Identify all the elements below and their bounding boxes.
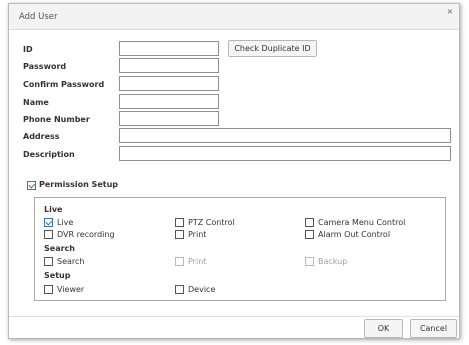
check-duplicate-id-button[interactable]: Check Duplicate ID [228,40,317,57]
dvr-recording-checkbox[interactable] [44,230,53,239]
viewer-label: Viewer [57,285,85,294]
name-label: Name [23,98,49,107]
live-label: Live [57,218,74,227]
id-label: ID [23,45,33,54]
password-label: Password [23,62,67,71]
confirm-password-input[interactable] [119,76,219,91]
section-search-title: Search [44,244,75,253]
device-checkbox[interactable] [175,285,184,294]
live-checkbox[interactable] [44,218,53,227]
password-input[interactable] [119,58,219,73]
permission-panel: Live Live PTZ Control Camera Menu Contro… [34,197,446,301]
section-live-title: Live [44,205,63,214]
dialog-titlebar: Add User × [9,4,459,30]
live-print-label: Print [188,230,207,239]
permission-setup-checkbox[interactable] [27,181,36,190]
ok-button[interactable]: OK [364,319,403,338]
dialog-title: Add User [19,12,58,22]
dvr-recording-label: DVR recording [57,230,115,239]
id-input[interactable] [119,41,219,56]
confirm-password-label: Confirm Password [23,80,105,89]
name-input[interactable] [119,94,219,109]
footer-divider [9,316,459,317]
address-label: Address [23,132,60,141]
description-label: Description [23,150,75,159]
backup-label: Backup [318,257,348,266]
live-print-checkbox[interactable] [175,230,184,239]
camera-menu-control-label: Camera Menu Control [318,218,406,227]
alarm-out-control-checkbox[interactable] [305,230,314,239]
phone-number-input[interactable] [119,111,219,126]
ptz-control-label: PTZ Control [188,218,235,227]
alarm-out-control-label: Alarm Out Control [318,230,391,239]
viewer-checkbox[interactable] [44,285,53,294]
device-label: Device [188,285,216,294]
search-checkbox[interactable] [44,257,53,266]
search-print-checkbox [175,257,184,266]
close-icon[interactable]: × [445,7,455,17]
camera-menu-control-checkbox[interactable] [305,218,314,227]
search-label: Search [57,257,85,266]
ptz-control-checkbox[interactable] [175,218,184,227]
backup-checkbox [305,257,314,266]
permission-setup-label: Permission Setup [39,180,118,189]
section-setup-title: Setup [44,271,71,280]
address-input[interactable] [119,128,451,143]
add-user-dialog: Add User × ID Check Duplicate ID Passwor… [8,3,460,339]
description-input[interactable] [119,146,451,161]
search-print-label: Print [188,257,207,266]
phone-number-label: Phone Number [23,115,90,124]
cancel-button[interactable]: Cancel [410,319,457,338]
